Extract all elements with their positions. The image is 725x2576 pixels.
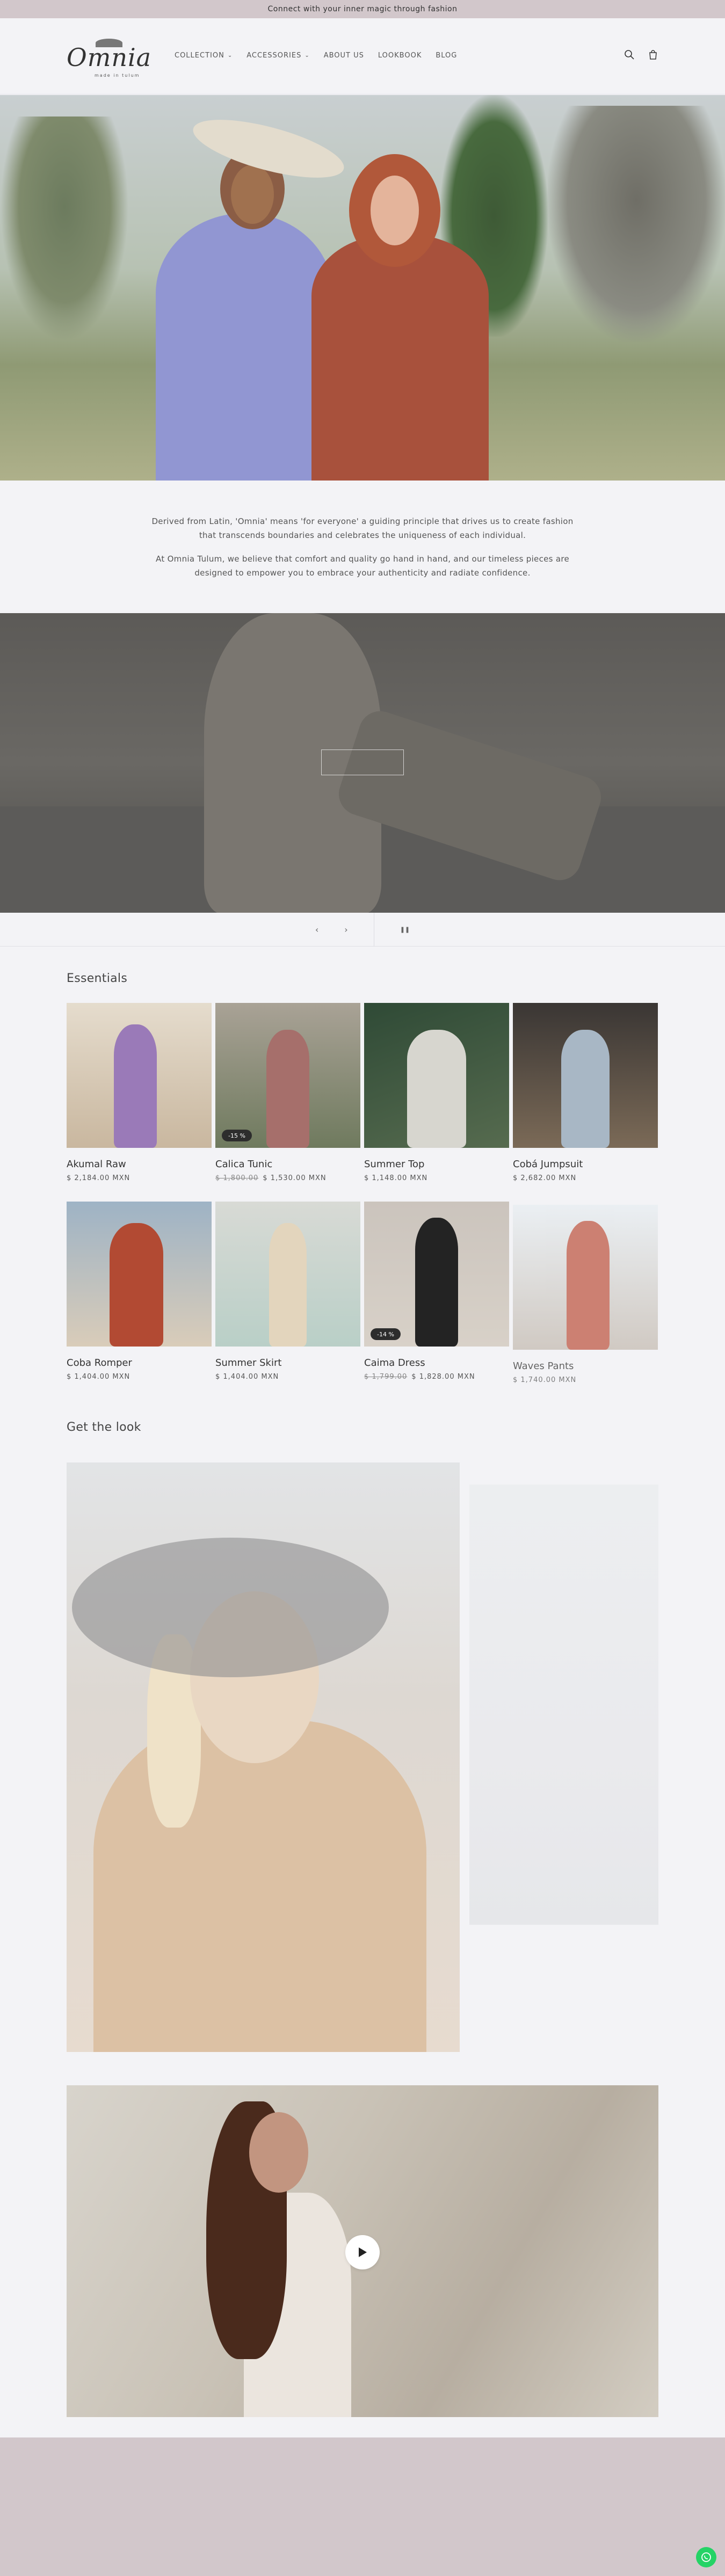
- product-image[interactable]: [364, 1003, 509, 1148]
- logo[interactable]: Omnia made in tulum: [67, 39, 153, 78]
- main-nav: COLLECTION ⌄ ACCESSORIES ⌄ ABOUT US LOOKBO…: [175, 52, 457, 60]
- product-name[interactable]: Waves Pants: [513, 1360, 658, 1372]
- video-section: [67, 2085, 658, 2417]
- site-footer: [0, 2437, 725, 2576]
- product-grid: Akumal Raw $ 2,184.00 MXN -15 % Calica T…: [67, 1003, 658, 1182]
- hero-model-red-set: [311, 235, 489, 481]
- logo-subtitle: made in tulum: [95, 73, 140, 78]
- product-card[interactable]: Summer Skirt $ 1,404.00 MXN: [215, 1202, 360, 1384]
- logo-wordmark: Omnia: [67, 43, 152, 72]
- play-button[interactable]: [345, 2235, 380, 2269]
- product-name[interactable]: Akumal Raw: [67, 1159, 212, 1170]
- product-price: $ 1,740.00 MXN: [513, 1376, 577, 1384]
- product-card[interactable]: -14 % Caima Dress $ 1,799.00 $ 1,828.00 M…: [364, 1202, 509, 1384]
- essentials-title: Essentials: [67, 972, 128, 985]
- product-card[interactable]: Cobá Jumpsuit $ 2,682.00 MXN: [513, 1003, 658, 1182]
- slide-next-icon[interactable]: ›: [344, 925, 347, 935]
- slide-cta-button[interactable]: [321, 749, 404, 775]
- product-card[interactable]: Coba Romper $ 1,404.00 MXN: [67, 1202, 212, 1384]
- product-card[interactable]: Summer Top $ 1,148.00 MXN: [364, 1003, 509, 1182]
- product-price: $ 1,148.00 MXN: [364, 1174, 428, 1182]
- get-the-look-title: Get the look: [67, 1421, 141, 1434]
- product-image[interactable]: [67, 1003, 212, 1148]
- look-product-placeholder: [469, 1485, 658, 1925]
- intro-paragraph-1: Derived from Latin, 'Omnia' means 'for e…: [151, 516, 574, 540]
- product-image[interactable]: [513, 1205, 658, 1350]
- product-name[interactable]: Calica Tunic: [215, 1159, 360, 1170]
- chevron-down-icon: ⌄: [305, 53, 310, 59]
- product-image[interactable]: [513, 1003, 658, 1148]
- play-icon: [359, 2247, 367, 2257]
- product-name[interactable]: Coba Romper: [67, 1357, 212, 1369]
- search-icon[interactable]: [624, 49, 635, 62]
- slideshow-controls: ‹ › ❚❚: [0, 912, 725, 947]
- nav-item-collection[interactable]: COLLECTION ⌄: [175, 52, 233, 60]
- product-grid-row-2: Coba Romper $ 1,404.00 MXN Summer Skirt …: [67, 1202, 658, 1384]
- intro-paragraph-2: At Omnia Tulum, we believe that comfort …: [156, 554, 569, 578]
- whatsapp-icon: [701, 2552, 711, 2562]
- product-name[interactable]: Summer Skirt: [215, 1357, 360, 1369]
- look-image[interactable]: [67, 1462, 460, 2052]
- site-header: Omnia made in tulum COLLECTION ⌄ ACCESSOR…: [0, 18, 725, 94]
- product-price: $ 1,404.00 MXN: [67, 1373, 130, 1381]
- announcement-text: Connect with your inner magic through fa…: [267, 5, 458, 13]
- product-price: $ 1,800.00 $ 1,530.00 MXN: [215, 1174, 327, 1182]
- product-image[interactable]: [67, 1202, 212, 1347]
- nav-item-accessories[interactable]: ACCESSORIES ⌄: [247, 52, 310, 60]
- slideshow: [0, 613, 725, 913]
- cart-icon[interactable]: [648, 49, 658, 62]
- announcement-bar: Connect with your inner magic through fa…: [0, 0, 725, 18]
- chevron-down-icon: ⌄: [227, 53, 233, 59]
- hero-model-lilac-dress: [156, 213, 333, 481]
- sale-badge: -14 %: [371, 1328, 401, 1340]
- product-name[interactable]: Summer Top: [364, 1159, 509, 1170]
- slide-pause-icon[interactable]: ❚❚: [400, 926, 410, 933]
- slide-prev-icon[interactable]: ‹: [315, 925, 318, 935]
- nav-item-about[interactable]: ABOUT US: [324, 52, 364, 60]
- nav-item-blog[interactable]: BLOG: [436, 52, 457, 60]
- product-card[interactable]: Waves Pants $ 1,740.00 MXN: [513, 1202, 658, 1384]
- nav-item-lookbook[interactable]: LOOKBOOK: [378, 52, 422, 60]
- sale-badge: -15 %: [222, 1130, 252, 1141]
- product-price: $ 1,799.00 $ 1,828.00 MXN: [364, 1373, 475, 1381]
- product-name[interactable]: Caima Dress: [364, 1357, 509, 1369]
- product-image[interactable]: [215, 1202, 360, 1347]
- product-card[interactable]: Akumal Raw $ 2,184.00 MXN: [67, 1003, 212, 1182]
- product-image[interactable]: -14 %: [364, 1202, 509, 1347]
- brand-intro: Derived from Latin, 'Omnia' means 'for e…: [0, 481, 725, 613]
- hero-banner: [0, 95, 725, 481]
- product-name[interactable]: Cobá Jumpsuit: [513, 1159, 658, 1170]
- whatsapp-button[interactable]: [696, 2547, 716, 2567]
- product-price: $ 2,682.00 MXN: [513, 1174, 577, 1182]
- product-price: $ 1,404.00 MXN: [215, 1373, 279, 1381]
- product-image[interactable]: -15 %: [215, 1003, 360, 1148]
- header-icons: [624, 49, 658, 62]
- product-price: $ 2,184.00 MXN: [67, 1174, 130, 1182]
- product-card[interactable]: -15 % Calica Tunic $ 1,800.00 $ 1,530.00 …: [215, 1003, 360, 1182]
